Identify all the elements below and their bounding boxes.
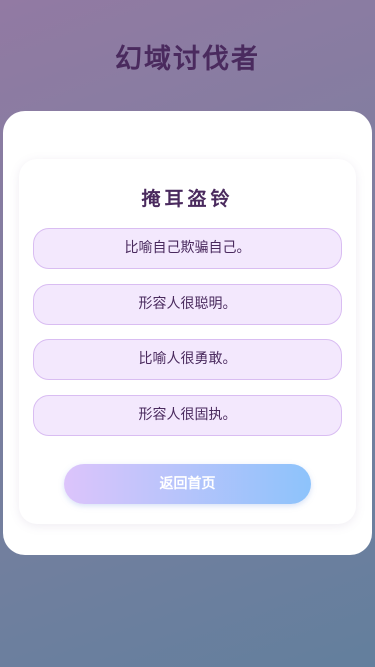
- answer-option-4[interactable]: 形容人很固执。: [33, 395, 342, 436]
- answer-option-1[interactable]: 比喻自己欺骗自己。: [33, 228, 342, 269]
- back-home-button[interactable]: 返回首页: [64, 464, 311, 504]
- answer-option-3[interactable]: 比喻人很勇敢。: [33, 339, 342, 380]
- answer-option-2[interactable]: 形容人很聪明。: [33, 284, 342, 325]
- question-card: 掩耳盗铃 比喻自己欺骗自己。 形容人很聪明。 比喻人很勇敢。 形容人很固执。 返…: [19, 159, 356, 524]
- app-title: 幻域讨伐者: [115, 44, 260, 75]
- quiz-panel: 掩耳盗铃 比喻自己欺骗自己。 形容人很聪明。 比喻人很勇敢。 形容人很固执。 返…: [3, 111, 372, 555]
- idiom-title: 掩耳盗铃: [141, 188, 234, 210]
